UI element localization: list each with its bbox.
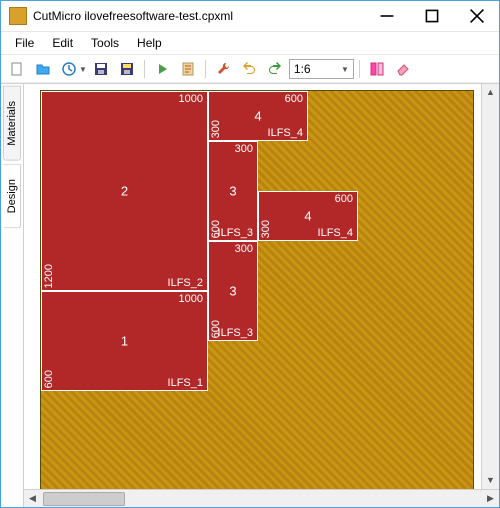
cut-piece[interactable]: 600 300 4 ILFS_4 xyxy=(208,91,308,141)
minimize-button[interactable] xyxy=(364,1,409,31)
chevron-down-icon: ▼ xyxy=(341,65,349,74)
toolbar-separator xyxy=(144,60,145,78)
redo-icon xyxy=(267,61,283,77)
play-icon xyxy=(154,61,170,77)
saveas-button[interactable] xyxy=(115,57,139,81)
work-area: 1000 1200 2 ILFS_2 1000 600 1 ILFS_1 600 300 4 ILFS… xyxy=(24,84,499,507)
hscroll-thumb[interactable] xyxy=(43,492,125,506)
piece-width-label: 300 xyxy=(235,143,253,155)
menu-file[interactable]: File xyxy=(7,34,42,52)
side-tabs: Materials Design xyxy=(1,84,24,507)
save-button[interactable] xyxy=(89,57,113,81)
new-file-icon xyxy=(9,61,25,77)
window-buttons xyxy=(364,1,499,31)
close-icon xyxy=(469,8,485,24)
app-window: CutMicro ilovefreesoftware-test.cpxml Fi… xyxy=(0,0,500,508)
vertical-scrollbar[interactable]: ▲ ▼ xyxy=(481,84,499,489)
open-folder-icon xyxy=(35,61,51,77)
piece-name-label: ILFS_3 xyxy=(218,227,253,239)
new-button[interactable] xyxy=(5,57,29,81)
menubar: File Edit Tools Help xyxy=(1,32,499,55)
minimize-icon xyxy=(379,8,395,24)
piece-height-label: 1200 xyxy=(43,264,55,288)
window-title: CutMicro ilovefreesoftware-test.cpxml xyxy=(33,9,364,23)
piece-id-label: 3 xyxy=(229,184,236,199)
piece-id-label: 1 xyxy=(121,334,128,349)
toolbar-separator xyxy=(359,60,360,78)
menu-edit[interactable]: Edit xyxy=(44,34,81,52)
hscroll-track[interactable] xyxy=(41,490,482,507)
maximize-icon xyxy=(424,8,440,24)
cut-piece[interactable]: 3006003ILFS_3 xyxy=(208,241,258,341)
app-icon xyxy=(9,7,27,25)
saveas-icon xyxy=(119,61,135,77)
piece-id-label: 2 xyxy=(121,184,128,199)
save-icon xyxy=(93,61,109,77)
piece-width-label: 1000 xyxy=(179,293,203,305)
piece-width-label: 1000 xyxy=(179,93,203,105)
piece-height-label: 300 xyxy=(260,220,272,238)
zoom-ratio-select[interactable]: 1:6 ▼ xyxy=(289,59,354,79)
toolbar-separator xyxy=(205,60,206,78)
close-button[interactable] xyxy=(454,1,499,31)
cut-piece[interactable]: 1000 600 1 ILFS_1 xyxy=(41,291,208,391)
scroll-down-icon[interactable]: ▼ xyxy=(482,472,499,489)
piece-height-label: 600 xyxy=(43,370,55,388)
toolbar: ▼ 1:6 ▼ xyxy=(1,55,499,84)
piece-name-label: ILFS_4 xyxy=(268,127,303,139)
piece-id-label: 3 xyxy=(229,284,236,299)
titlebar: CutMicro ilovefreesoftware-test.cpxml xyxy=(1,1,499,32)
tab-design[interactable]: Design xyxy=(3,164,21,228)
undo-icon xyxy=(241,61,257,77)
horizontal-scrollbar[interactable]: ◀ ▶ xyxy=(24,489,499,507)
clock-icon xyxy=(61,61,77,77)
open-button[interactable] xyxy=(31,57,55,81)
menu-tools[interactable]: Tools xyxy=(83,34,127,52)
piece-name-label: ILFS_4 xyxy=(318,227,353,239)
client-area: Materials Design 100012002ILFS_210006001… xyxy=(1,84,499,507)
piece-name-label: ILFS_3 xyxy=(218,327,253,339)
scroll-left-icon[interactable]: ◀ xyxy=(24,493,41,504)
recent-button[interactable] xyxy=(57,57,81,81)
dropdown-caret-icon[interactable]: ▼ xyxy=(79,65,87,74)
zoom-ratio-value: 1:6 xyxy=(294,62,311,76)
run-button[interactable] xyxy=(150,57,174,81)
piece-height-label: 300 xyxy=(210,120,222,138)
layout-icon xyxy=(369,61,385,77)
cut-piece[interactable]: 1000 1200 2 ILFS_2 xyxy=(41,91,208,291)
maximize-button[interactable] xyxy=(409,1,454,31)
report-icon xyxy=(180,61,196,77)
redo-button[interactable] xyxy=(263,57,287,81)
piece-id-label: 4 xyxy=(304,209,311,224)
cut-piece[interactable]: 600 300 4 ILFS_4 xyxy=(258,191,358,241)
erase-button[interactable] xyxy=(391,57,415,81)
layout-button[interactable] xyxy=(365,57,389,81)
wrench-icon xyxy=(215,61,231,77)
piece-width-label: 300 xyxy=(235,243,253,255)
scroll-right-icon[interactable]: ▶ xyxy=(482,493,499,504)
canvas[interactable]: 1000 1200 2 ILFS_2 1000 600 1 ILFS_1 600 300 4 ILFS… xyxy=(24,84,481,489)
settings-button[interactable] xyxy=(211,57,235,81)
menu-help[interactable]: Help xyxy=(129,34,170,52)
undo-button[interactable] xyxy=(237,57,261,81)
piece-width-label: 600 xyxy=(335,193,353,205)
piece-id-label: 4 xyxy=(254,109,261,124)
vscroll-track[interactable] xyxy=(482,101,499,472)
material-sheet[interactable]: 1000 1200 2 ILFS_2 1000 600 1 ILFS_1 600 300 4 ILFS… xyxy=(40,90,474,489)
piece-width-label: 600 xyxy=(285,93,303,105)
piece-name-label: ILFS_1 xyxy=(168,377,203,389)
report-button[interactable] xyxy=(176,57,200,81)
piece-name-label: ILFS_2 xyxy=(168,277,203,289)
eraser-icon xyxy=(395,61,411,77)
tab-materials[interactable]: Materials xyxy=(3,86,21,161)
cut-piece[interactable]: 3006003ILFS_3 xyxy=(208,141,258,241)
scroll-up-icon[interactable]: ▲ xyxy=(482,84,499,101)
